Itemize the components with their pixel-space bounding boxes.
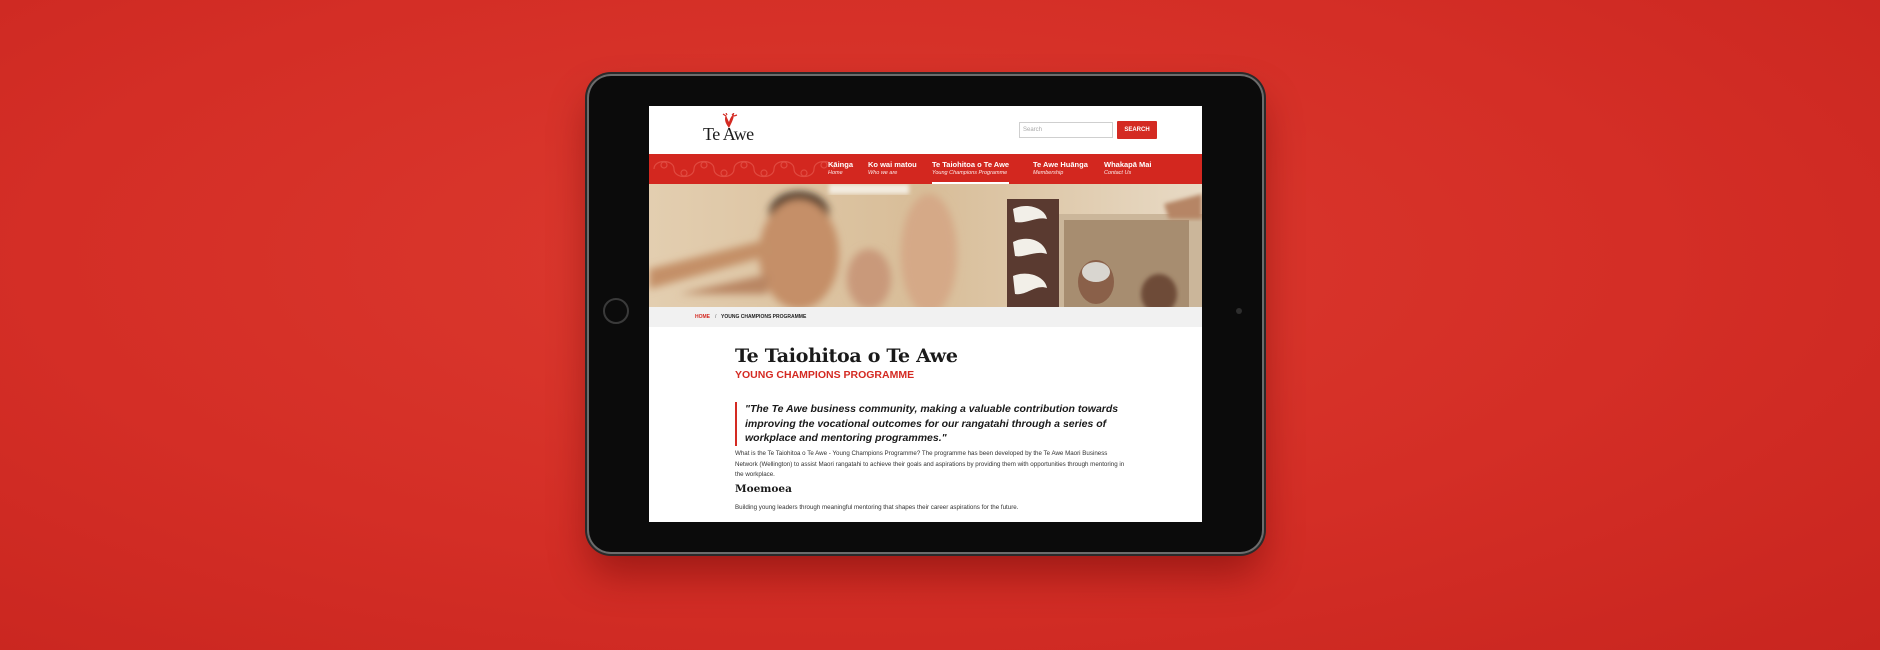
camera-icon xyxy=(1236,308,1242,314)
nav-item-contact[interactable]: Whakapā Mai Contact Us xyxy=(1104,160,1152,176)
tablet-screen: Te Awe Search SEARCH Kāinga Home Ko wai … xyxy=(649,106,1202,522)
nav-item-home[interactable]: Kāinga Home xyxy=(828,160,853,176)
nav-sublabel: Contact Us xyxy=(1104,170,1132,176)
section-heading: Moemoea xyxy=(735,483,792,495)
main-nav: Kāinga Home Ko wai matou Who we are Te T… xyxy=(649,154,1202,184)
page-title: Te Taiohitoa o Te Awe xyxy=(735,345,958,367)
nav-label: Ko wai matou xyxy=(868,160,917,169)
search-button[interactable]: SEARCH xyxy=(1117,121,1157,139)
search-input[interactable]: Search xyxy=(1019,122,1113,138)
nav-sublabel: Home xyxy=(828,170,843,176)
breadcrumb-home-link[interactable]: HOME xyxy=(695,307,710,327)
nav-sublabel: Young Champions Programme xyxy=(932,170,1008,176)
logo-text: Te Awe xyxy=(703,124,754,144)
nav-label: Whakapā Mai xyxy=(1104,160,1152,169)
pull-quote: "The Te Awe business community, making a… xyxy=(735,402,1125,446)
home-button[interactable] xyxy=(603,298,629,324)
nav-item-membership[interactable]: Te Awe Huānga Membership xyxy=(1033,160,1088,176)
nav-sublabel: Who we are xyxy=(868,170,898,176)
page-subtitle: YOUNG CHAMPIONS PROGRAMME xyxy=(735,369,915,381)
nav-item-who-we-are[interactable]: Ko wai matou Who we are xyxy=(868,160,917,176)
nav-item-young-champions[interactable]: Te Taiohitoa o Te Awe Young Champions Pr… xyxy=(932,160,1010,184)
breadcrumb: HOME / YOUNG CHAMPIONS PROGRAMME xyxy=(649,307,1202,327)
hero-image xyxy=(649,184,1202,307)
nav-sublabel: Membership xyxy=(1033,170,1064,176)
site-header: Te Awe Search SEARCH xyxy=(649,106,1202,154)
kowhaiwhai-pattern xyxy=(653,160,835,178)
breadcrumb-current: YOUNG CHAMPIONS PROGRAMME xyxy=(721,314,807,320)
tablet-device: Te Awe Search SEARCH Kāinga Home Ko wai … xyxy=(589,76,1262,552)
intro-paragraph: What is the Te Taiohitoa o Te Awe - Youn… xyxy=(735,450,1125,478)
section-paragraph: Building young leaders through meaningfu… xyxy=(735,504,1019,511)
te-awe-logo[interactable]: Te Awe xyxy=(703,113,767,147)
breadcrumb-separator: / xyxy=(715,314,717,320)
nav-label: Te Taiohitoa o Te Awe xyxy=(932,160,1010,169)
nav-label: Kāinga xyxy=(828,160,854,169)
nav-label: Te Awe Huānga xyxy=(1033,160,1088,169)
